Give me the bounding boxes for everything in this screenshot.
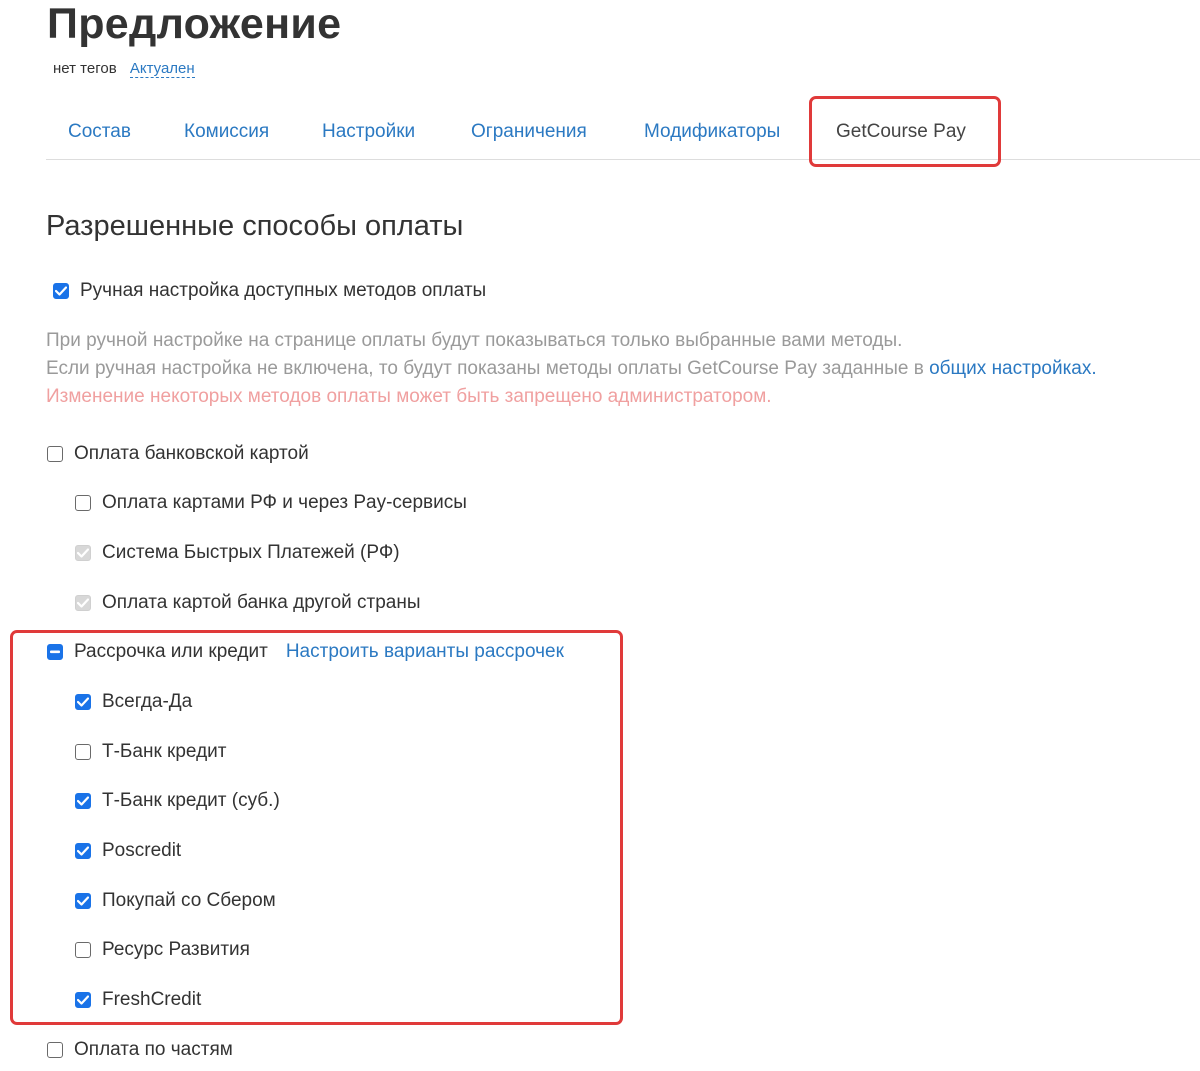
installment-item-checkbox[interactable]	[75, 942, 91, 958]
method-installment-row[interactable]: Рассрочка или кредит Настроить варианты …	[47, 639, 564, 665]
method-sbp-label: Система Быстрых Платежей (РФ)	[102, 542, 400, 563]
installment-item-checkbox[interactable]	[75, 694, 91, 710]
method-foreign-card-checkbox	[75, 595, 91, 611]
tab-bar: Состав Комиссия Настройки Ограничения Мо…	[46, 105, 1200, 160]
general-settings-link[interactable]: общих настройках.	[929, 358, 1097, 379]
page: Предложение нет тегов Актуален Состав Ко…	[0, 0, 1200, 1071]
help-text: При ручной настройке на странице оплаты …	[46, 327, 1196, 411]
method-installment-checkbox[interactable]	[47, 644, 63, 660]
help-line-2: Если ручная настройка не включена, то бу…	[46, 355, 1196, 383]
help-line-1: При ручной настройке на странице оплаты …	[46, 330, 903, 351]
tab-restrictions[interactable]: Ограничения	[471, 119, 587, 145]
installment-item-checkbox[interactable]	[75, 893, 91, 909]
tab-composition[interactable]: Состав	[68, 119, 131, 145]
help-warning: Изменение некоторых методов оплаты может…	[46, 386, 772, 407]
minus-icon	[50, 650, 60, 654]
manual-setting-label: Ручная настройка доступных методов оплат…	[80, 280, 487, 301]
installment-item-label: Всегда-Да	[102, 691, 193, 712]
check-icon	[77, 598, 89, 608]
check-icon	[77, 896, 89, 906]
check-icon	[77, 846, 89, 856]
method-card-rf-checkbox[interactable]	[75, 495, 91, 511]
method-bank-card-label: Оплата банковской картой	[74, 443, 309, 464]
installment-item-checkbox[interactable]	[75, 744, 91, 760]
method-bank-card-row[interactable]: Оплата банковской картой	[47, 441, 309, 467]
installment-item-label: Покупай со Сбером	[102, 890, 276, 911]
installment-item-freshcredit[interactable]: FreshCredit	[75, 987, 201, 1013]
method-sbp-checkbox	[75, 545, 91, 561]
method-foreign-card-label: Оплата картой банка другой страны	[102, 592, 421, 613]
check-icon	[77, 548, 89, 558]
page-title: Предложение	[47, 0, 342, 48]
method-card-rf-row[interactable]: Оплата картами РФ и через Pay-сервисы	[75, 490, 467, 516]
installment-item-sber[interactable]: Покупай со Сбером	[75, 888, 276, 914]
configure-installments-link[interactable]: Настроить варианты рассрочек	[286, 641, 564, 663]
installment-item-checkbox[interactable]	[75, 793, 91, 809]
tab-modifiers[interactable]: Модификаторы	[644, 119, 780, 145]
installment-item-resurs[interactable]: Ресурс Развития	[75, 937, 250, 963]
installment-item-label: Ресурс Развития	[102, 939, 250, 960]
tab-settings[interactable]: Настройки	[322, 119, 415, 145]
check-icon	[77, 697, 89, 707]
installment-item-poscredit[interactable]: Poscredit	[75, 838, 181, 864]
method-foreign-card-row: Оплата картой банка другой страны	[75, 590, 421, 616]
installment-item-label: Т-Банк кредит	[102, 741, 227, 762]
tab-highlight-frame	[809, 96, 1001, 167]
tags-label: нет тегов	[53, 60, 117, 77]
method-parts-label: Оплата по частям	[74, 1039, 233, 1060]
method-parts-checkbox[interactable]	[47, 1042, 63, 1058]
manual-setting-row[interactable]: Ручная настройка доступных методов оплат…	[53, 278, 486, 304]
manual-setting-checkbox[interactable]	[53, 283, 69, 299]
check-icon	[77, 995, 89, 1005]
installment-item-label: Т-Банк кредит (суб.)	[102, 790, 280, 811]
installment-item-vsegda-da[interactable]: Всегда-Да	[75, 689, 192, 715]
installment-item-tbank[interactable]: Т-Банк кредит	[75, 739, 226, 765]
method-parts-row[interactable]: Оплата по частям	[47, 1037, 233, 1063]
check-icon	[77, 796, 89, 806]
installment-item-checkbox[interactable]	[75, 843, 91, 859]
tab-commission[interactable]: Комиссия	[184, 119, 269, 145]
method-installment-label: Рассрочка или кредит	[74, 641, 268, 662]
check-icon	[55, 286, 67, 296]
installment-item-tbank-sub[interactable]: Т-Банк кредит (суб.)	[75, 788, 280, 814]
method-bank-card-checkbox[interactable]	[47, 446, 63, 462]
tags-row: нет тегов Актуален	[53, 58, 195, 80]
installment-item-checkbox[interactable]	[75, 992, 91, 1008]
status-link[interactable]: Актуален	[129, 60, 195, 78]
method-sbp-row: Система Быстрых Платежей (РФ)	[75, 540, 400, 566]
help-line-2-prefix: Если ручная настройка не включена, то бу…	[46, 358, 930, 379]
installment-item-label: FreshCredit	[102, 989, 202, 1010]
installment-item-label: Poscredit	[102, 840, 182, 861]
section-heading: Разрешенные способы оплаты	[46, 210, 464, 242]
method-card-rf-label: Оплата картами РФ и через Pay-сервисы	[102, 492, 467, 513]
